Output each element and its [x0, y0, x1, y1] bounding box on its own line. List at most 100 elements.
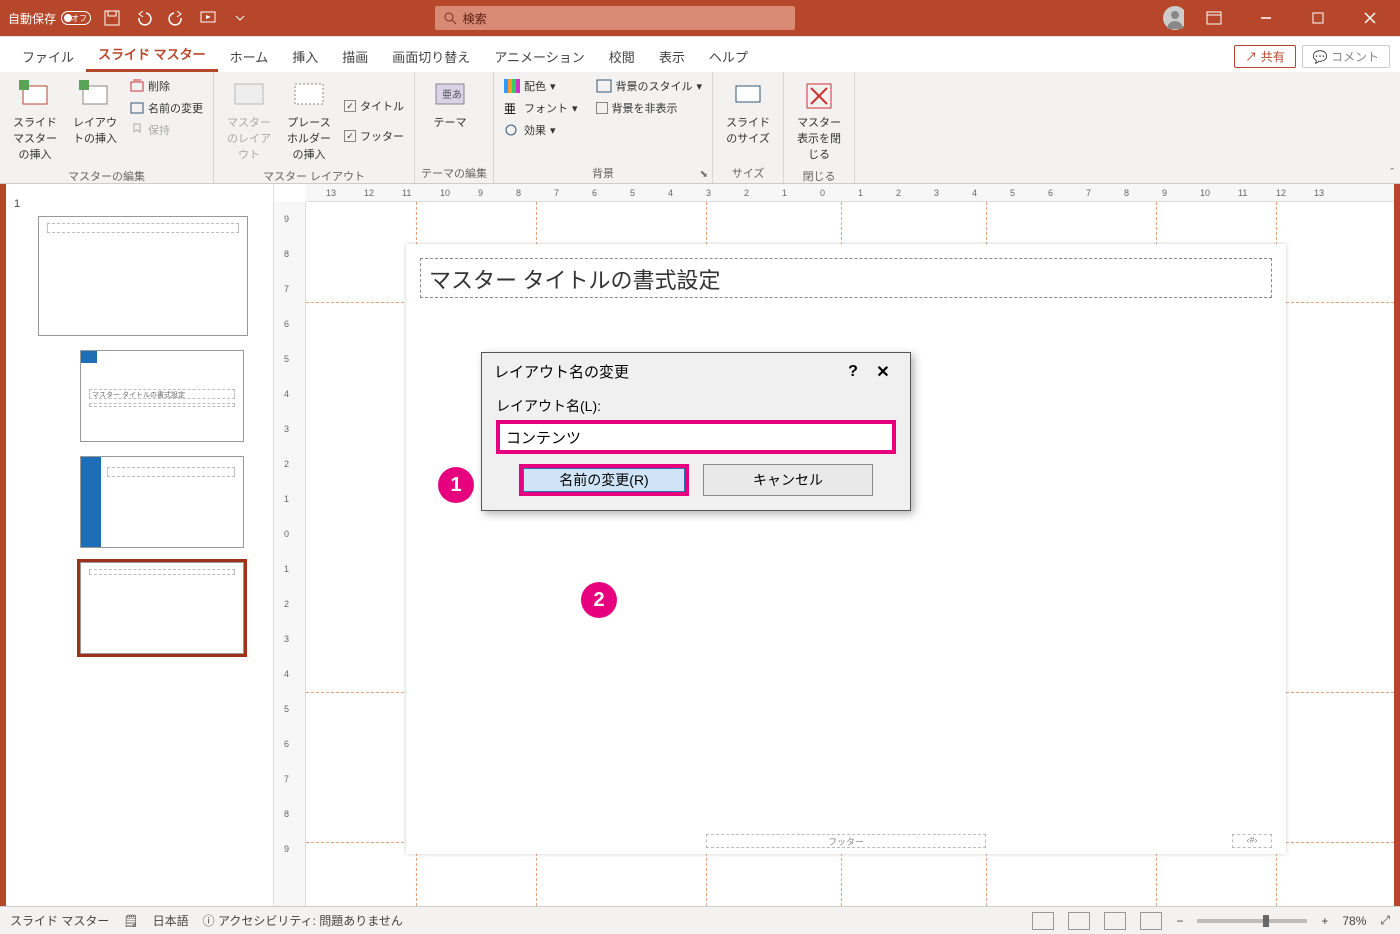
insert-slide-master-button[interactable]: スライド マスターの挿入: [6, 76, 64, 166]
preserve-button[interactable]: 保持: [126, 120, 207, 140]
slide-size-icon: [732, 80, 764, 112]
cancel-button[interactable]: キャンセル: [703, 464, 873, 496]
layout-icon: [79, 80, 111, 112]
dialog-help-button[interactable]: ?: [838, 363, 868, 381]
bg-styles-button[interactable]: 背景のスタイル ▾: [592, 76, 707, 96]
master-layout-icon: [233, 80, 265, 112]
group-label-master-layout: マスター レイアウト: [220, 166, 408, 184]
zoom-in-button[interactable]: +: [1321, 914, 1328, 928]
status-language[interactable]: 日本語: [153, 912, 189, 929]
tab-transitions[interactable]: 画面切り替え: [380, 41, 482, 72]
ribbon-group-background: 配色 ▾ 亜フォント ▾ 効果 ▾ 背景のスタイル ▾ 背景を非表示 背景 ⬊: [494, 72, 713, 183]
tab-draw[interactable]: 描画: [330, 41, 380, 72]
thumb-title-text: マスター タイトルの書式設定: [89, 389, 235, 399]
slide-editor: 13121110987654321012345678910111213 9876…: [274, 184, 1394, 906]
svg-text:亜あ: 亜あ: [442, 89, 462, 101]
pagenum-placeholder[interactable]: ‹#›: [1232, 834, 1272, 848]
dialog-titlebar[interactable]: レイアウト名の変更 ? ✕: [482, 353, 910, 390]
tab-review[interactable]: 校閲: [597, 41, 647, 72]
sorter-view-icon[interactable]: [1068, 912, 1090, 930]
fit-to-window-icon[interactable]: ⤢: [1380, 913, 1390, 928]
themes-button[interactable]: 亜あ テーマ: [421, 76, 479, 134]
master-layout-button: マスターのレイアウト: [220, 76, 278, 166]
save-icon[interactable]: [101, 7, 123, 29]
zoom-slider[interactable]: [1197, 919, 1307, 923]
footer-checkbox[interactable]: ✓フッター: [340, 126, 408, 146]
collapse-ribbon-icon[interactable]: ˆ: [1390, 167, 1394, 179]
thumb-placeholder-line: [47, 223, 239, 233]
status-bar: スライド マスター 🗒 日本語 ⓘ アクセシビリティ: 問題ありません − + …: [0, 906, 1400, 934]
title-placeholder[interactable]: マスター タイトルの書式設定: [420, 258, 1272, 298]
ribbon-group-size: スライドのサイズ サイズ: [713, 72, 784, 183]
tab-help[interactable]: ヘルプ: [697, 41, 760, 72]
group-label-edit-master: マスターの編集: [6, 166, 207, 184]
insert-layout-button[interactable]: レイアウトの挿入: [66, 76, 124, 166]
footer-placeholder[interactable]: フッター: [706, 834, 986, 848]
layout-name-input[interactable]: [496, 420, 896, 454]
delete-button[interactable]: 削除: [126, 76, 207, 96]
tab-view[interactable]: 表示: [647, 41, 697, 72]
title-checkbox[interactable]: ✓タイトル: [340, 96, 408, 116]
share-button[interactable]: ↗ 共有: [1234, 45, 1295, 68]
layout-thumbnail-2[interactable]: [80, 456, 244, 548]
rename-button[interactable]: 名前の変更: [126, 98, 207, 118]
qat-more-icon[interactable]: [229, 7, 251, 29]
slide-master-icon: [19, 80, 51, 112]
maximize-button[interactable]: [1296, 0, 1340, 36]
zoom-out-button[interactable]: −: [1176, 914, 1183, 928]
slide[interactable]: マスター タイトルの書式設定 フッター ‹#›: [406, 244, 1286, 854]
delete-icon: [130, 79, 144, 93]
group-label-size: サイズ: [719, 163, 777, 181]
thumbnail-pane[interactable]: 1 マスター タイトルの書式設定: [6, 184, 274, 906]
tab-home[interactable]: ホーム: [218, 41, 281, 72]
group-label-background: 背景: [500, 163, 706, 181]
accessibility-status[interactable]: ⓘ アクセシビリティ: 問題ありません: [203, 912, 403, 929]
account-icon[interactable]: [1162, 7, 1184, 29]
zoom-level[interactable]: 78%: [1342, 914, 1366, 928]
normal-view-icon[interactable]: [1032, 912, 1054, 930]
tab-file[interactable]: ファイル: [10, 41, 86, 72]
search-box[interactable]: 検索: [435, 6, 795, 30]
close-button[interactable]: [1348, 0, 1392, 36]
layout-thumbnail-3[interactable]: [80, 562, 244, 654]
tab-animations[interactable]: アニメーション: [482, 41, 596, 72]
minimize-button[interactable]: [1244, 0, 1288, 36]
close-master-button[interactable]: マスター表示を閉じる: [790, 76, 848, 166]
annotation-callout-1: 1: [438, 467, 474, 503]
tab-insert[interactable]: 挿入: [280, 41, 330, 72]
ribbon: スライド マスターの挿入 レイアウトの挿入 削除 名前の変更 保持 マスターの編…: [0, 72, 1400, 184]
notes-icon[interactable]: 🗒: [123, 914, 138, 928]
autosave-state: オフ: [61, 11, 91, 25]
dialog-title: レイアウト名の変更: [494, 361, 629, 382]
insert-placeholder-button[interactable]: プレースホルダーの挿入: [280, 76, 338, 166]
fonts-button[interactable]: 亜フォント ▾: [500, 98, 582, 118]
slide-size-button[interactable]: スライドのサイズ: [719, 76, 777, 150]
rename-confirm-button[interactable]: 名前の変更(R): [519, 464, 689, 496]
annotation-callout-2: 2: [581, 582, 617, 618]
thumb-sidebar: [81, 457, 101, 547]
reading-view-icon[interactable]: [1104, 912, 1126, 930]
slideshow-icon[interactable]: [197, 7, 219, 29]
redo-icon[interactable]: [165, 7, 187, 29]
dialog-close-button[interactable]: ✕: [868, 362, 898, 382]
hide-bg-checkbox[interactable]: 背景を非表示: [592, 98, 707, 118]
autosave-toggle[interactable]: 自動保存 オフ: [8, 10, 91, 27]
placeholder-icon: [293, 80, 325, 112]
workspace: 1 マスター タイトルの書式設定 13121110987654321012345…: [6, 184, 1394, 906]
effects-button[interactable]: 効果 ▾: [500, 120, 582, 140]
slideshow-view-icon[interactable]: [1140, 912, 1162, 930]
tab-slide-master[interactable]: スライド マスター: [86, 38, 218, 72]
comment-button[interactable]: 💬 コメント: [1302, 45, 1390, 68]
ribbon-tabs: ファイル スライド マスター ホーム 挿入 描画 画面切り替え アニメーション …: [0, 36, 1400, 72]
layout-thumbnail-1[interactable]: マスター タイトルの書式設定: [80, 350, 244, 442]
undo-icon[interactable]: [133, 7, 155, 29]
ribbon-display-icon[interactable]: [1192, 0, 1236, 36]
effects-icon: [504, 123, 520, 137]
background-dialog-launcher[interactable]: ⬊: [700, 169, 708, 180]
group-label-close: 閉じる: [790, 166, 848, 184]
colors-icon: [504, 79, 520, 93]
canvas[interactable]: マスター タイトルの書式設定 フッター ‹#› レイアウト名の変更 ? ✕ レイ…: [306, 202, 1394, 906]
master-thumbnail[interactable]: [38, 216, 248, 336]
title-bar: 自動保存 オフ 検索: [0, 0, 1400, 36]
colors-button[interactable]: 配色 ▾: [500, 76, 582, 96]
